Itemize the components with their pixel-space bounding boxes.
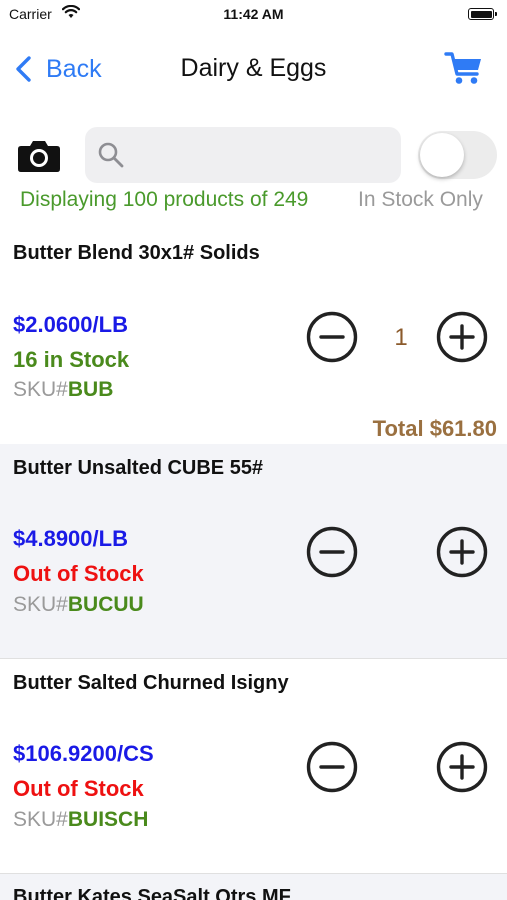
stock-status: Out of Stock [13,561,144,586]
stock-status: Out of Stock [13,776,144,801]
camera-icon[interactable] [17,139,61,173]
display-count: Displaying 100 products of 249 [20,188,309,211]
product-price: $2.0600/LB [13,312,128,337]
sku: SKU#BUB [13,378,113,402]
sku-code: BUCUU [67,593,144,616]
list-item[interactable]: Butter Salted Churned Isigny $106.9200/C… [0,659,507,873]
sku: SKU#BUCUU [13,593,144,617]
product-price: $4.8900/LB [13,526,128,551]
sku-prefix: SKU# [13,593,68,616]
plus-circle-icon[interactable] [436,311,488,363]
sku-prefix: SKU# [13,378,68,401]
search-input[interactable] [133,135,392,177]
search-field[interactable] [85,127,401,183]
line-total: Total $61.80 [372,416,497,441]
in-stock-only-toggle[interactable] [418,131,497,179]
sku-prefix: SKU# [13,808,68,831]
plus-circle-icon[interactable] [436,741,488,793]
quantity-value: 1 [394,324,408,351]
product-name: Butter Kates SeaSalt Qtrs MF [13,886,291,900]
battery-icon [468,8,497,20]
sku-code: BUB [67,378,114,401]
minus-circle-icon[interactable] [306,311,358,363]
page-title: Dairy & Eggs [180,54,327,82]
minus-circle-icon[interactable] [306,526,358,578]
plus-circle-icon[interactable] [436,526,488,578]
product-name: Butter Unsalted CUBE 55# [13,457,264,479]
search-icon [98,142,124,168]
in-stock-only-label: In Stock Only [358,188,483,211]
stock-status: 16 in Stock [13,347,130,372]
toggle-knob [420,133,464,177]
sku-code: BUISCH [67,808,149,831]
product-price: $106.9200/CS [13,741,154,766]
sku: SKU#BUISCH [13,808,148,832]
status-time: 11:42 AM [223,6,284,22]
status-bar: Carrier 11:42 AM [0,0,507,30]
list-item[interactable]: Butter Blend 30x1# Solids $2.0600/LB 16 … [0,232,507,444]
minus-circle-icon[interactable] [306,741,358,793]
list-item[interactable]: Butter Kates SeaSalt Qtrs MF [0,874,507,900]
product-name: Butter Blend 30x1# Solids [13,242,260,264]
cart-icon[interactable] [444,50,484,86]
list-item[interactable]: Butter Unsalted CUBE 55# $4.8900/LB Out … [0,444,507,658]
product-name: Butter Salted Churned Isigny [13,672,289,694]
